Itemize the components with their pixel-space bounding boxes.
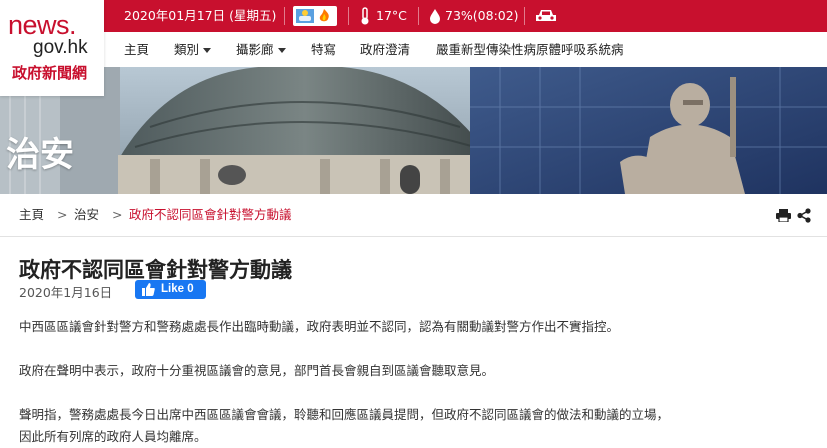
divider [348,7,349,25]
divider [284,7,285,25]
site-logo[interactable]: news. gov.hk 政府新聞網 [0,0,104,96]
logo-chinese-text: 政府新聞網 [12,64,88,82]
breadcrumb-current: 政府不認同區會針對警方動議 [129,207,292,222]
article-paragraph: 聲明指，警務處處長今日出席中西區區議會會議，聆聽和回應區議員提問，但政府不認同區… [19,407,670,422]
nav-item-clarification[interactable]: 政府澄清 [360,32,410,67]
logo-gov-text: gov.hk [33,37,88,58]
like-label: Like 0 [161,283,194,295]
category-banner: 治安 [0,67,827,194]
main-nav: 主頁 類別 攝影廊 特寫 政府澄清 嚴重新型傳染性病原體呼吸系統病 [0,32,827,67]
thermometer-icon [361,7,369,25]
nav-item-category[interactable]: 類別 [174,32,212,67]
article-date: 2020年1月16日 [19,285,113,300]
weather-icons[interactable] [293,6,337,26]
thumbs-up-icon [142,283,155,296]
divider [524,7,525,25]
breadcrumb-home[interactable]: 主頁 [19,194,44,236]
nav-item-home[interactable]: 主頁 [124,32,149,67]
nav-item-novel-disease[interactable]: 嚴重新型傳染性病原體呼吸系統病 [436,32,624,67]
date-text: 2020年01月17日 (星期五) [124,8,277,23]
humidity-text: 73%(08:02) [445,8,519,23]
breadcrumb-separator: > [57,207,68,222]
facebook-like-button[interactable]: Like 0 [135,280,206,299]
chevron-down-icon [203,48,212,53]
article-paragraph: 因此所有列席的政府人員均離席。 [19,429,207,444]
divider [418,7,419,25]
banner-image [0,67,827,194]
share-icon[interactable] [797,208,811,223]
top-bar: 2020年01月17日 (星期五) 17°C 73%(08:02) [0,0,827,32]
breadcrumb: 主頁 > 治安 > 政府不認同區會針對警方動議 [0,194,827,237]
breadcrumb-separator: > [112,207,123,222]
weather-cloud-icon [296,9,329,23]
nav-item-features[interactable]: 特寫 [311,32,336,67]
chevron-down-icon [277,48,286,53]
water-drop-icon [430,9,440,24]
banner-title: 治安 [6,135,74,175]
nav-item-gallery[interactable]: 攝影廊 [236,32,286,67]
temperature-text: 17°C [376,8,407,23]
article-paragraph: 政府在聲明中表示，政府十分重視區議會的意見，部門首長會親自到區議會聽取意見。 [19,363,495,378]
article-paragraph: 中西區區議會針對警方和警務處處長作出臨時動議，政府表明並不認同，認為有關動議對警… [19,319,620,334]
car-icon[interactable] [535,9,557,23]
breadcrumb-category[interactable]: 治安 [74,194,99,236]
print-icon[interactable] [776,209,791,222]
article: 政府不認同區會針對警方動議 2020年1月16日 Like 0 中西區區議會針對… [0,237,827,448]
